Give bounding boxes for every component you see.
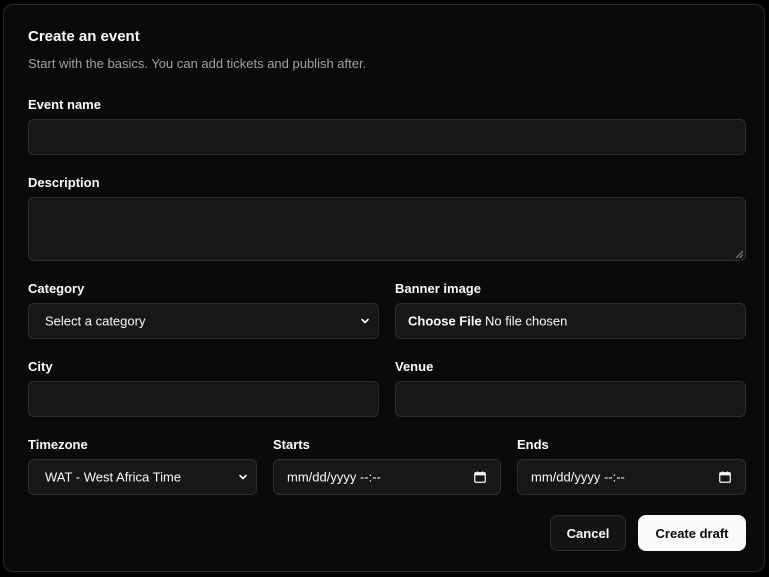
calendar-icon[interactable]	[719, 471, 731, 483]
resize-grip-icon[interactable]	[735, 250, 743, 258]
create-event-dialog: Create an event Start with the basics. Y…	[3, 4, 765, 572]
timezone-label: Timezone	[28, 437, 88, 452]
dialog-subtitle: Start with the basics. You can add ticke…	[28, 56, 367, 71]
banner-image-file-input[interactable]: Choose File No file chosen	[395, 303, 746, 339]
dialog-title: Create an event	[28, 28, 140, 45]
chevron-down-icon	[239, 474, 247, 480]
ends-placeholder: mm/dd/yyyy --:--	[531, 469, 625, 485]
city-input[interactable]	[28, 381, 379, 417]
choose-file-button[interactable]: Choose File	[408, 314, 482, 329]
cancel-button[interactable]: Cancel	[550, 515, 626, 551]
file-status-text: No file chosen	[485, 313, 568, 329]
timezone-selected-value: WAT - West Africa Time	[45, 469, 182, 485]
timezone-select[interactable]: WAT - West Africa Time	[28, 459, 257, 495]
description-label: Description	[28, 175, 100, 190]
city-label: City	[28, 359, 53, 374]
venue-input[interactable]	[395, 381, 746, 417]
calendar-icon[interactable]	[474, 471, 486, 483]
banner-image-label: Banner image	[395, 281, 481, 296]
event-name-input[interactable]	[28, 119, 746, 155]
description-textarea[interactable]	[28, 197, 746, 261]
starts-label: Starts	[273, 437, 310, 452]
category-selected-value: Select a category	[45, 313, 146, 329]
category-select[interactable]: Select a category	[28, 303, 379, 339]
category-label: Category	[28, 281, 85, 296]
event-name-label: Event name	[28, 97, 101, 112]
ends-datetime-input[interactable]: mm/dd/yyyy --:--	[517, 459, 746, 495]
venue-label: Venue	[395, 359, 434, 374]
create-draft-button[interactable]: Create draft	[638, 515, 746, 551]
chevron-down-icon	[361, 318, 369, 324]
ends-label: Ends	[517, 437, 549, 452]
starts-datetime-input[interactable]: mm/dd/yyyy --:--	[273, 459, 501, 495]
starts-placeholder: mm/dd/yyyy --:--	[287, 469, 381, 485]
